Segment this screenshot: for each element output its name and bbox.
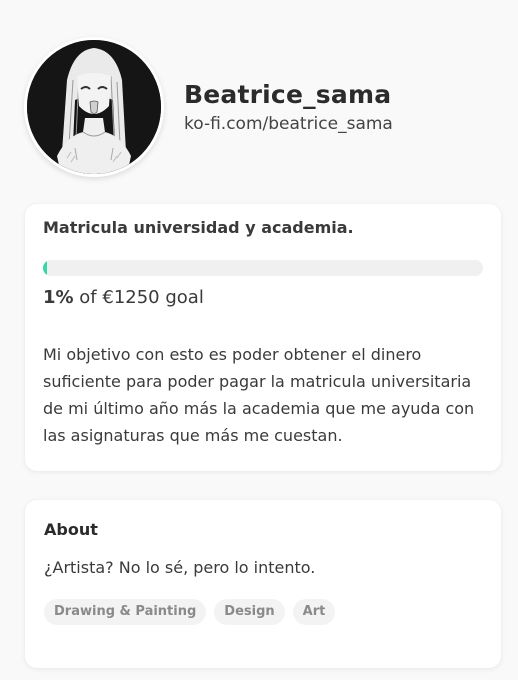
kofi-page: Beatrice_sama ko-fi.com/beatrice_sama Ma… xyxy=(0,0,518,680)
goal-progress-bar xyxy=(43,260,483,276)
goal-description: Mi objetivo con esto es poder obtener el… xyxy=(43,345,475,445)
tag-art[interactable]: Art xyxy=(292,599,336,625)
goal-progress-fill xyxy=(43,260,48,276)
profile-info: Beatrice_sama ko-fi.com/beatrice_sama xyxy=(184,80,393,135)
goal-amount: 1% of €1250 goal xyxy=(43,286,483,310)
goal-target: of €1250 goal xyxy=(79,287,204,308)
tag-list: Drawing & Painting Design Art xyxy=(44,599,482,625)
goal-title: Matricula universidad y academia. xyxy=(43,218,354,237)
profile-header: Beatrice_sama ko-fi.com/beatrice_sama xyxy=(24,37,393,177)
goal-percent: 1% xyxy=(43,287,74,308)
avatar-illustration xyxy=(27,40,161,174)
about-text: ¿Artista? No lo sé, pero lo intento. xyxy=(44,558,316,577)
about-card: About ¿Artista? No lo sé, pero lo intent… xyxy=(25,500,501,668)
profile-url[interactable]: ko-fi.com/beatrice_sama xyxy=(184,113,393,135)
tag-design[interactable]: Design xyxy=(214,599,285,625)
about-title: About xyxy=(44,520,98,539)
profile-name: Beatrice_sama xyxy=(184,79,392,109)
avatar[interactable] xyxy=(24,37,164,177)
tag-drawing-painting[interactable]: Drawing & Painting xyxy=(44,599,207,625)
goal-card: Matricula universidad y academia. 1% of … xyxy=(25,204,501,471)
